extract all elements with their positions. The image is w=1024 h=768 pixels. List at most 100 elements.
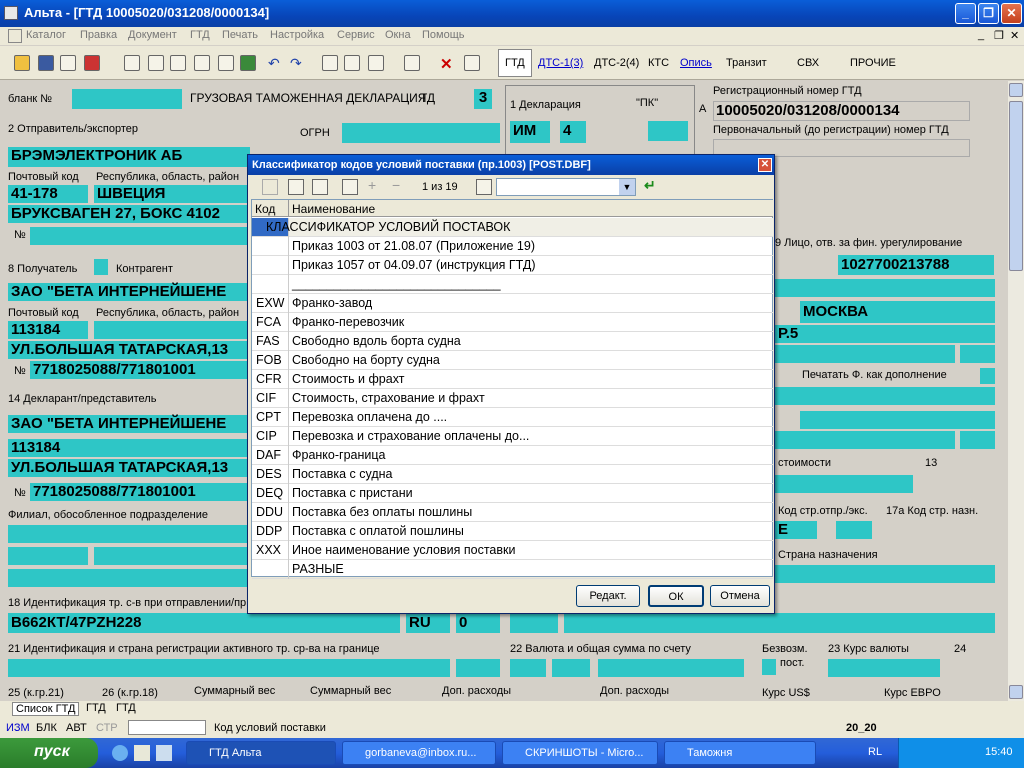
find-icon[interactable] — [194, 55, 210, 71]
grid-icon[interactable] — [404, 55, 420, 71]
sheet-tab-gtd1[interactable]: ГТД — [86, 702, 106, 714]
doc-copy-icon[interactable] — [344, 55, 360, 71]
kod-otpr2-field[interactable] — [836, 521, 872, 539]
col-name[interactable]: Наименование — [292, 202, 375, 216]
classifier-row[interactable]: CPT Перевозка оплачена до .... — [252, 408, 773, 427]
clipboard-icon[interactable] — [464, 55, 480, 71]
city-field[interactable]: МОСКВА — [800, 301, 995, 323]
field-d[interactable] — [960, 431, 995, 449]
r5-field[interactable]: Р.5 — [775, 325, 995, 343]
kurs-field[interactable] — [828, 659, 940, 677]
blank-field[interactable] — [72, 89, 182, 109]
declarant-postcode[interactable]: 113184 — [8, 439, 250, 457]
sender-inn[interactable] — [30, 227, 250, 245]
menu-minimize-icon[interactable]: _ — [978, 29, 984, 41]
classifier-row[interactable]: FCA Франко-перевозчик — [252, 313, 773, 332]
minimize-button[interactable]: _ — [955, 3, 976, 24]
redo-icon[interactable]: ↷ — [290, 55, 306, 71]
classifier-row[interactable]: КЛАССИФИКАТОР УСЛОВИЙ ПОСТАВОК — [252, 218, 773, 237]
undo-icon[interactable]: ↶ — [268, 55, 284, 71]
fin-inn-field[interactable] — [775, 345, 955, 363]
recv-inn[interactable]: 7718025088/771801001 — [30, 361, 250, 379]
sender-name[interactable]: БРЭМЭЛЕКТРОНИК АБ — [8, 147, 250, 167]
reg-number[interactable]: 10005020/031208/0000134 — [713, 101, 970, 121]
field-c[interactable] — [775, 431, 955, 449]
classifier-row[interactable]: FAS Свободно вдоль борта судна — [252, 332, 773, 351]
desktop-icon[interactable] — [134, 745, 150, 761]
classifier-row[interactable]: DDU Поставка без оплаты пошлины — [252, 503, 773, 522]
filial-field[interactable] — [8, 525, 250, 543]
ogrn-field[interactable] — [342, 123, 500, 143]
ident-country[interactable]: RU — [406, 613, 450, 633]
sender-country[interactable]: ШВЕЦИЯ — [94, 185, 250, 203]
bezv-check[interactable] — [762, 659, 776, 675]
recv-name[interactable]: ЗАО "БЕТА ИНТЕРНЕЙШЕНЕ — [8, 283, 250, 301]
col-code[interactable]: Код — [255, 202, 275, 216]
cancel-button[interactable]: Отмена — [710, 585, 770, 607]
filial-code-field[interactable] — [8, 547, 88, 565]
menu-restore-icon[interactable]: ❐ — [994, 29, 1004, 42]
classifier-row[interactable]: РАЗНЫЕ — [252, 560, 773, 579]
menu-okna[interactable]: Окна — [385, 29, 411, 41]
ident-extra[interactable] — [510, 613, 558, 633]
declarant-name[interactable]: ЗАО "БЕТА ИНТЕРНЕЙШЕНЕ — [8, 415, 250, 433]
tab-tranzit[interactable]: Транзит — [726, 57, 767, 69]
dlg-print-icon[interactable] — [288, 179, 304, 195]
scroll-thumb[interactable] — [1009, 101, 1023, 271]
status-input[interactable] — [128, 720, 206, 735]
start-button[interactable]: пуск — [0, 738, 98, 768]
classifier-row[interactable]: DEQ Поставка с пристани — [252, 484, 773, 503]
print-icon[interactable] — [60, 55, 76, 71]
dialog-close-icon[interactable]: ✕ — [758, 158, 772, 172]
tab-kts[interactable]: КТС — [648, 57, 669, 69]
quicklaunch-icon[interactable] — [156, 745, 172, 761]
delete-icon[interactable]: ✕ — [440, 55, 456, 73]
dlg-add-icon[interactable]: + — [368, 177, 376, 193]
sender-postcode[interactable]: 41-178 — [8, 185, 88, 203]
fin-kpp-field[interactable] — [960, 345, 995, 363]
dlg-go-icon[interactable]: ↵ — [644, 177, 656, 194]
scroll-up-icon[interactable] — [1009, 83, 1023, 97]
fin-name-field[interactable] — [775, 279, 995, 297]
menu-pravka[interactable]: Правка — [80, 29, 117, 41]
active-transport-field[interactable] — [8, 659, 450, 677]
fin-number[interactable]: 1027700213788 — [838, 255, 994, 275]
dlg-new-icon[interactable] — [262, 179, 278, 195]
active-country-field[interactable] — [456, 659, 500, 677]
menu-servis[interactable]: Сервис — [337, 29, 375, 41]
declarant-inn[interactable]: 7718025088/771801001 — [30, 483, 250, 501]
ident-extra2[interactable] — [564, 613, 995, 633]
declarant-address[interactable]: УЛ.БОЛЬШАЯ ТАТАРСКАЯ,13 — [8, 459, 250, 477]
recv-region[interactable] — [94, 321, 250, 339]
table-icon[interactable] — [218, 55, 234, 71]
close-button[interactable]: ✕ — [1001, 3, 1022, 24]
tab-dts1[interactable]: ДТС-1(3) — [538, 57, 583, 69]
menu-gtd[interactable]: ГТД — [190, 29, 210, 41]
currency-sum[interactable] — [598, 659, 744, 677]
menu-pechat[interactable]: Печать — [222, 29, 258, 41]
classifier-row[interactable]: Приказ 1057 от 04.09.07 (инструкция ГТД) — [252, 256, 773, 275]
task-alta[interactable]: ГТД Альта — [186, 741, 336, 765]
tab-gtd[interactable]: ГТД — [505, 57, 525, 69]
print-dop-check[interactable] — [980, 368, 995, 384]
classifier-row[interactable]: DDP Поставка с оплатой пошлины — [252, 522, 773, 541]
currency-code[interactable] — [510, 659, 546, 677]
dlg-calc-icon[interactable] — [342, 179, 358, 195]
task-mail[interactable]: gorbaneva@inbox.ru... — [342, 741, 496, 765]
classifier-row[interactable]: FOB Свободно на борту судна — [252, 351, 773, 370]
edit-button[interactable]: Редакт. — [576, 585, 640, 607]
new-doc-icon[interactable] — [322, 55, 338, 71]
tab-svh[interactable]: СВХ — [797, 57, 819, 69]
paste-icon[interactable] — [170, 55, 186, 71]
strana-nazn-field[interactable] — [775, 565, 995, 583]
classifier-row[interactable]: CIF Стоимость, страхование и фрахт — [252, 389, 773, 408]
ident-field[interactable]: В662КТ/47PZH228 — [8, 613, 400, 633]
filial-region-field[interactable] — [94, 547, 250, 565]
classifier-row[interactable]: DAF Франко-граница — [252, 446, 773, 465]
classifier-row[interactable]: Приказ 1003 от 21.08.07 (Приложение 19) — [252, 237, 773, 256]
pk-field[interactable] — [648, 121, 688, 141]
vertical-scrollbar[interactable] — [1008, 81, 1024, 701]
dlg-copy-icon[interactable] — [312, 179, 328, 195]
ok-button[interactable]: ОК — [648, 585, 704, 607]
cut-icon[interactable] — [124, 55, 140, 71]
